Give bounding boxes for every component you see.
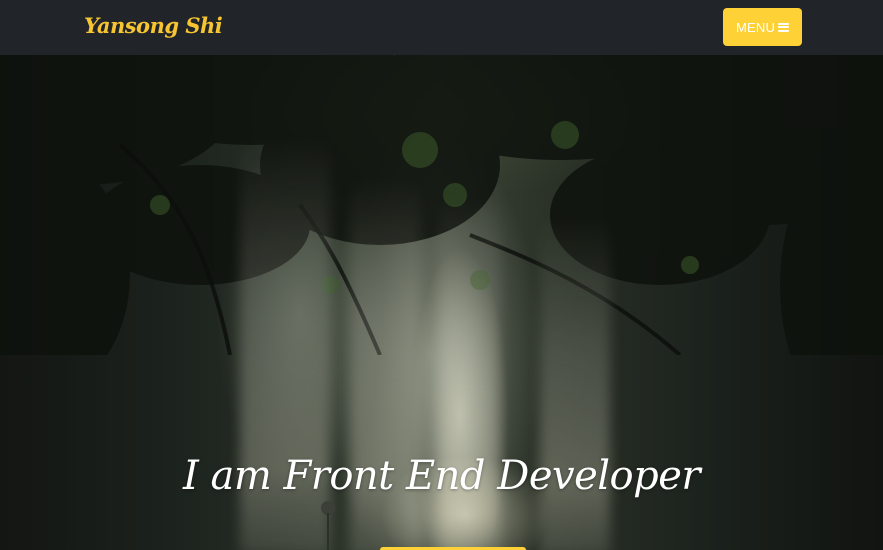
top-navbar: Yansong Shi MENU	[0, 0, 883, 55]
light-ray	[540, 215, 610, 550]
menu-button[interactable]: MENU	[723, 8, 802, 46]
hero-section: I am Front End Developer	[0, 55, 883, 550]
hero-headline: I am Front End Developer	[182, 453, 701, 499]
bars-icon	[778, 22, 790, 32]
road-sign-pole	[327, 513, 329, 550]
menu-button-label: MENU	[735, 19, 776, 35]
brand-logo-link[interactable]: Yansong Shi	[84, 13, 223, 38]
